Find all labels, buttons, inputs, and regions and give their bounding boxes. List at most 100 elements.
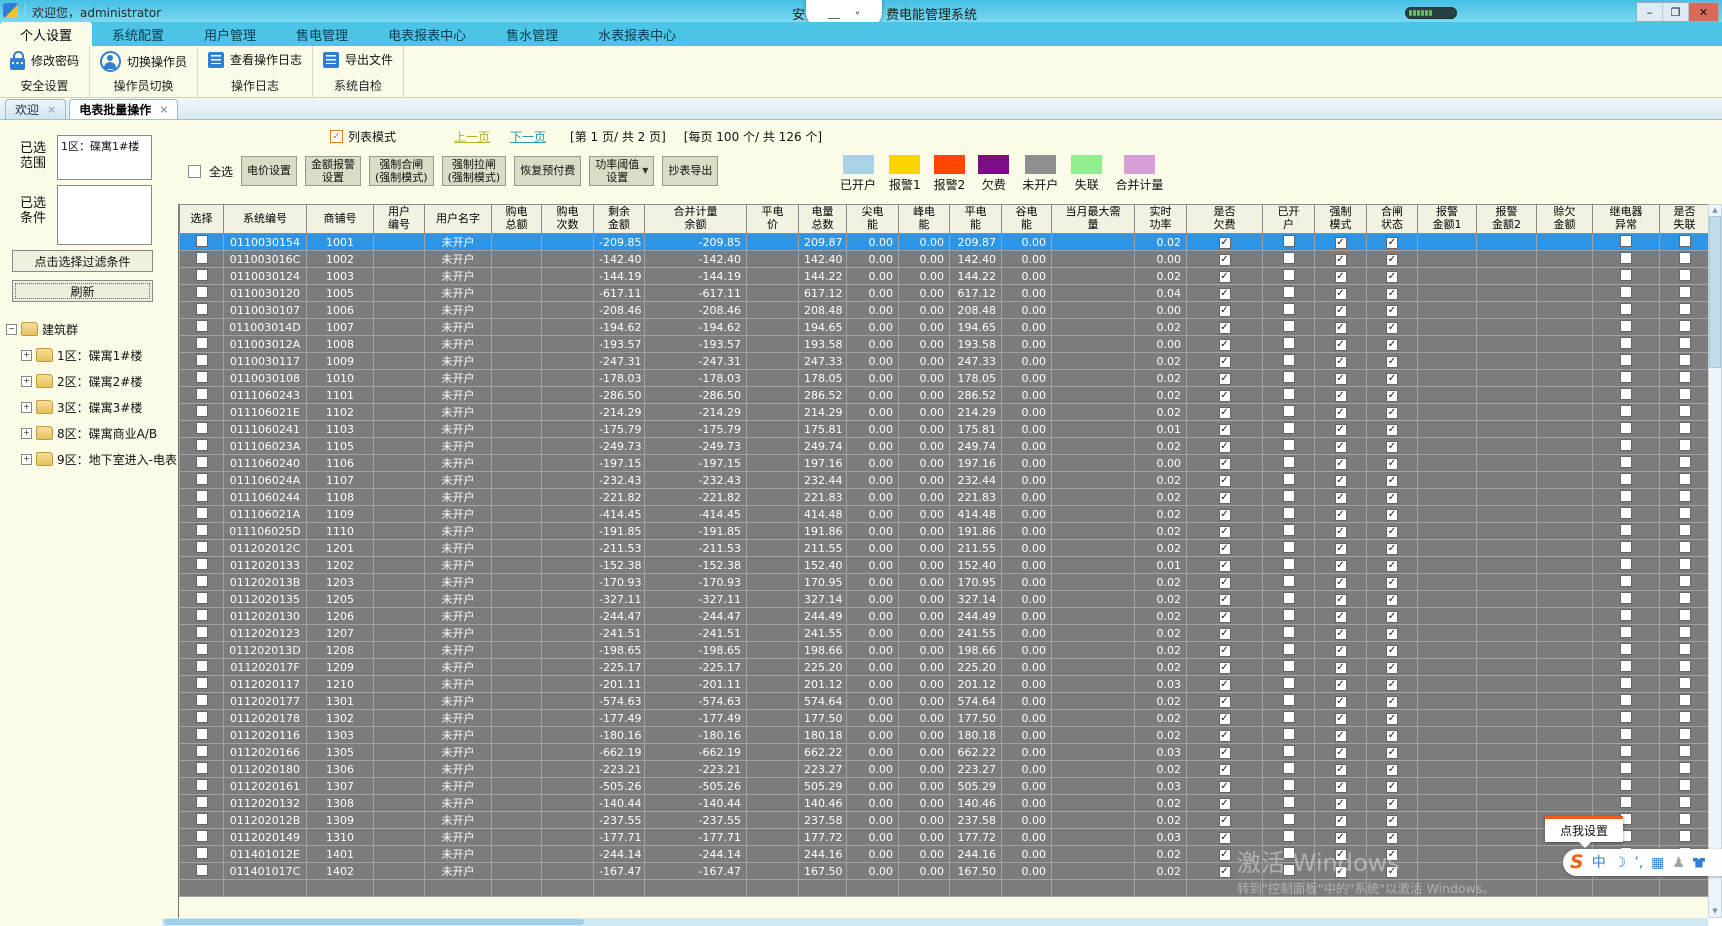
- row-select-checkbox[interactable]: [195, 251, 208, 264]
- row-select-checkbox[interactable]: [195, 455, 208, 468]
- table-row[interactable]: 0111060243 1101 未开户 -286.50 -286.50 286.52 0.0…: [179, 386, 1710, 404]
- row-select-checkbox[interactable]: [195, 523, 208, 536]
- relay-abnormal-checkbox[interactable]: [1620, 268, 1632, 281]
- owe-checkbox[interactable]: [1218, 780, 1231, 793]
- owe-checkbox[interactable]: [1218, 559, 1231, 572]
- row-select-checkbox[interactable]: [195, 625, 208, 638]
- owe-checkbox[interactable]: [1218, 746, 1231, 759]
- column-header-25[interactable]: 是否 失联: [1659, 204, 1710, 234]
- owe-checkbox[interactable]: [1218, 270, 1231, 283]
- column-header-3[interactable]: 用户 编号: [373, 204, 425, 234]
- column-header-6[interactable]: 购电 次数: [541, 204, 594, 234]
- owe-checkbox[interactable]: [1218, 389, 1231, 402]
- table-row[interactable]: 0110030117 1009 未开户 -247.31 -247.31 247.33 0.0…: [179, 352, 1710, 370]
- tree-item-2[interactable]: +3区：碟寓3#楼: [21, 394, 177, 420]
- horizontal-scrollbar[interactable]: [162, 918, 1708, 926]
- switch-state-checkbox[interactable]: [1386, 321, 1398, 334]
- expand-icon[interactable]: +: [21, 401, 32, 413]
- row-select-checkbox[interactable]: [195, 676, 208, 689]
- switch-state-checkbox[interactable]: [1386, 474, 1398, 487]
- opened-checkbox[interactable]: [1282, 591, 1295, 604]
- owe-checkbox[interactable]: [1218, 338, 1231, 351]
- expand-icon[interactable]: +: [21, 375, 32, 387]
- next-page-link[interactable]: 下一页: [510, 128, 546, 145]
- table-row[interactable]: 011401012E 1401 未开户 -244.14 -244.14 244.16 0.0…: [179, 845, 1710, 863]
- forced-mode-checkbox[interactable]: [1334, 304, 1347, 317]
- switch-state-checkbox[interactable]: [1386, 576, 1398, 589]
- opened-checkbox[interactable]: [1282, 506, 1295, 519]
- relay-abnormal-checkbox[interactable]: [1620, 625, 1632, 638]
- table-row[interactable]: 011106025D 1110 未开户 -191.85 -191.85 191.86 0.0…: [179, 522, 1710, 540]
- table-row[interactable]: 0112020149 1310 未开户 -177.71 -177.71 177.72 0.0…: [179, 828, 1710, 846]
- collapse-icon[interactable]: −: [6, 323, 17, 335]
- forced-mode-checkbox[interactable]: [1334, 661, 1347, 674]
- switch-state-checkbox[interactable]: [1386, 304, 1398, 317]
- opened-checkbox[interactable]: [1282, 659, 1295, 672]
- switch-state-checkbox[interactable]: [1386, 678, 1398, 691]
- switch-state-checkbox[interactable]: [1386, 593, 1398, 606]
- punctuation-icon[interactable]: ’,: [1634, 856, 1643, 870]
- relay-abnormal-checkbox[interactable]: [1620, 591, 1632, 604]
- lost-link-checkbox[interactable]: [1678, 438, 1691, 451]
- table-row[interactable]: 011106024A 1107 未开户 -232.43 -232.43 232.44 0.0…: [179, 471, 1710, 489]
- row-select-checkbox[interactable]: [195, 812, 208, 825]
- forced-mode-checkbox[interactable]: [1334, 406, 1347, 419]
- table-row[interactable]: 0112020123 1207 未开户 -241.51 -241.51 241.55 0.0…: [179, 624, 1710, 642]
- owe-checkbox[interactable]: [1218, 644, 1231, 657]
- forced-mode-checkbox[interactable]: [1334, 423, 1347, 436]
- table-row[interactable]: 011003016C 1002 未开户 -142.40 -142.40 142.40 0.0…: [179, 250, 1710, 268]
- switch-state-checkbox[interactable]: [1386, 355, 1398, 368]
- row-select-checkbox[interactable]: [195, 506, 208, 519]
- table-row[interactable]: 011003014D 1007 未开户 -194.62 -194.62 194.65 0.0…: [179, 318, 1710, 336]
- opened-checkbox[interactable]: [1282, 710, 1295, 723]
- owe-checkbox[interactable]: [1218, 593, 1231, 606]
- relay-abnormal-checkbox[interactable]: [1620, 523, 1632, 536]
- opened-checkbox[interactable]: [1282, 455, 1295, 468]
- action-button-2[interactable]: 强制合闸 (强制模式): [369, 156, 434, 186]
- lost-link-checkbox[interactable]: [1678, 455, 1691, 468]
- soft-keyboard-icon[interactable]: ▦: [1651, 856, 1664, 870]
- owe-checkbox[interactable]: [1218, 797, 1231, 810]
- table-row[interactable]: 011202012C 1201 未开户 -211.53 -211.53 211.55 0.0…: [179, 539, 1710, 557]
- maximize-button[interactable]: ❐: [1662, 3, 1688, 21]
- table-row[interactable]: 011106021A 1109 未开户 -414.45 -414.45 414.48 0.0…: [179, 505, 1710, 523]
- table-row[interactable]: 0112020130 1206 未开户 -244.47 -244.47 244.49 0.0…: [179, 607, 1710, 625]
- menu-item-3[interactable]: 售电管理: [276, 22, 368, 46]
- relay-abnormal-checkbox[interactable]: [1620, 676, 1632, 689]
- table-row[interactable]: 0110030154 1001 未开户 -209.85 -209.85 209.87 0.0…: [179, 233, 1710, 251]
- owe-checkbox[interactable]: [1218, 440, 1231, 453]
- opened-checkbox[interactable]: [1282, 234, 1295, 247]
- opened-checkbox[interactable]: [1282, 251, 1295, 264]
- table-row[interactable]: 011202013B 1203 未开户 -170.93 -170.93 170.95 0.0…: [179, 573, 1710, 591]
- switch-state-checkbox[interactable]: [1386, 287, 1398, 300]
- menu-item-6[interactable]: 水表报表中心: [578, 22, 696, 46]
- lost-link-checkbox[interactable]: [1678, 710, 1691, 723]
- selected-range-box[interactable]: 1区：碟寓1#楼: [57, 135, 152, 180]
- lost-link-checkbox[interactable]: [1678, 353, 1691, 366]
- owe-checkbox[interactable]: [1218, 661, 1231, 674]
- switch-state-checkbox[interactable]: [1386, 627, 1398, 640]
- column-header-13[interactable]: 平电 能: [949, 204, 1002, 234]
- forced-mode-checkbox[interactable]: [1334, 678, 1347, 691]
- forced-mode-checkbox[interactable]: [1334, 287, 1347, 300]
- relay-abnormal-checkbox[interactable]: [1620, 353, 1632, 366]
- expand-icon[interactable]: +: [21, 349, 32, 361]
- owe-checkbox[interactable]: [1218, 814, 1231, 827]
- table-row[interactable]: 011003012A 1008 未开户 -193.57 -193.57 193.58 0.0…: [179, 335, 1710, 353]
- list-mode-checkbox[interactable]: [330, 130, 343, 143]
- forced-mode-checkbox[interactable]: [1334, 797, 1347, 810]
- relay-abnormal-checkbox[interactable]: [1620, 285, 1632, 298]
- lost-link-checkbox[interactable]: [1678, 642, 1691, 655]
- opened-checkbox[interactable]: [1282, 353, 1295, 366]
- tab-close-icon[interactable]: ×: [159, 103, 168, 116]
- relay-abnormal-checkbox[interactable]: [1620, 727, 1632, 740]
- forced-mode-checkbox[interactable]: [1334, 712, 1347, 725]
- lost-link-checkbox[interactable]: [1678, 404, 1691, 417]
- owe-checkbox[interactable]: [1218, 491, 1231, 504]
- row-select-checkbox[interactable]: [195, 591, 208, 604]
- table-row[interactable]: 0110030107 1006 未开户 -208.46 -208.46 208.48 0.0…: [179, 301, 1710, 319]
- relay-abnormal-checkbox[interactable]: [1620, 659, 1632, 672]
- column-header-5[interactable]: 购电 总额: [491, 204, 542, 234]
- ime-settings-tooltip[interactable]: 点我设置: [1545, 816, 1623, 848]
- action-button-0[interactable]: 电价设置: [241, 156, 298, 186]
